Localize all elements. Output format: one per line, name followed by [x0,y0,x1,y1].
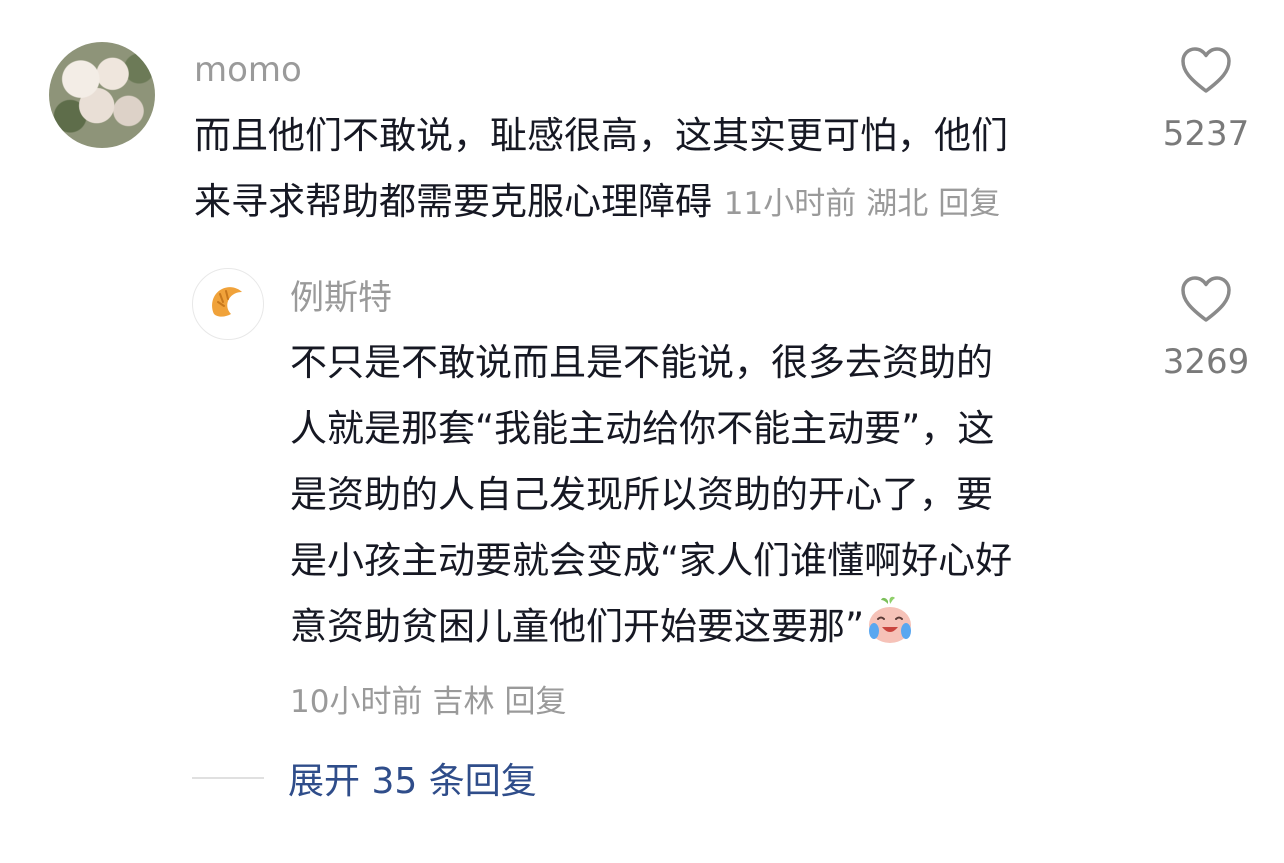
expand-replies-button[interactable]: 展开 35 条回复 [288,752,537,804]
reply-location: 吉林 [432,684,495,720]
reply-text-line: 是小孩主动要就会变成“家人们谁懂啊好心好 [290,539,1013,582]
reply-like-count: 3269 [1162,342,1250,382]
reply-text-line: 人就是那套“我能主动给你不能主动要”，这 [290,407,995,450]
reply-text-line: 不只是不敢说而且是不能说，很多去资助的 [290,341,993,384]
comment-location: 湖北 [866,186,929,222]
comment-reply-button[interactable]: 回复 [938,186,1000,222]
reply-username[interactable]: 例斯特 [290,278,392,318]
reply-text-line: 是资助的人自己发现所以资助的开心了，要 [290,473,993,516]
comment-like-count: 5237 [1162,114,1250,154]
comment-text-line1: 而且他们不敢说，耻感很高，这其实更可怕，他们 [194,114,1008,157]
reply-time: 10小时前 [290,684,423,720]
crying-laughing-emoji-icon [869,596,912,643]
reply-like-heart-icon[interactable] [1180,276,1232,324]
comment-text-line2: 来寻求帮助都需要克服心理障碍 [194,180,712,223]
comment-meta: 11小时前 湖北 回复 [724,186,1010,222]
like-heart-icon[interactable] [1180,47,1232,95]
reply-reply-button[interactable]: 回复 [504,684,566,720]
expand-replies[interactable]: 展开 35 条回复 [192,752,537,804]
avatar-reply-user[interactable] [192,268,264,340]
comment-text: 而且他们不敢说，耻感很高，这其实更可怕，他们 来寻求帮助都需要克服心理障碍 11… [194,103,1134,237]
comment-username[interactable]: momo [194,50,302,90]
comment-time: 11小时前 [723,186,857,222]
expand-divider [192,777,264,779]
reply-text-line: 意资助贫困儿童他们开始要这要那” [290,605,865,648]
croissant-icon [212,287,242,317]
reply-meta: 10小时前 吉林 回复 [290,676,576,721]
avatar-momo[interactable] [49,42,155,148]
reply-text: 不只是不敢说而且是不能说，很多去资助的 人就是那套“我能主动给你不能主动要”，这… [290,330,1140,660]
